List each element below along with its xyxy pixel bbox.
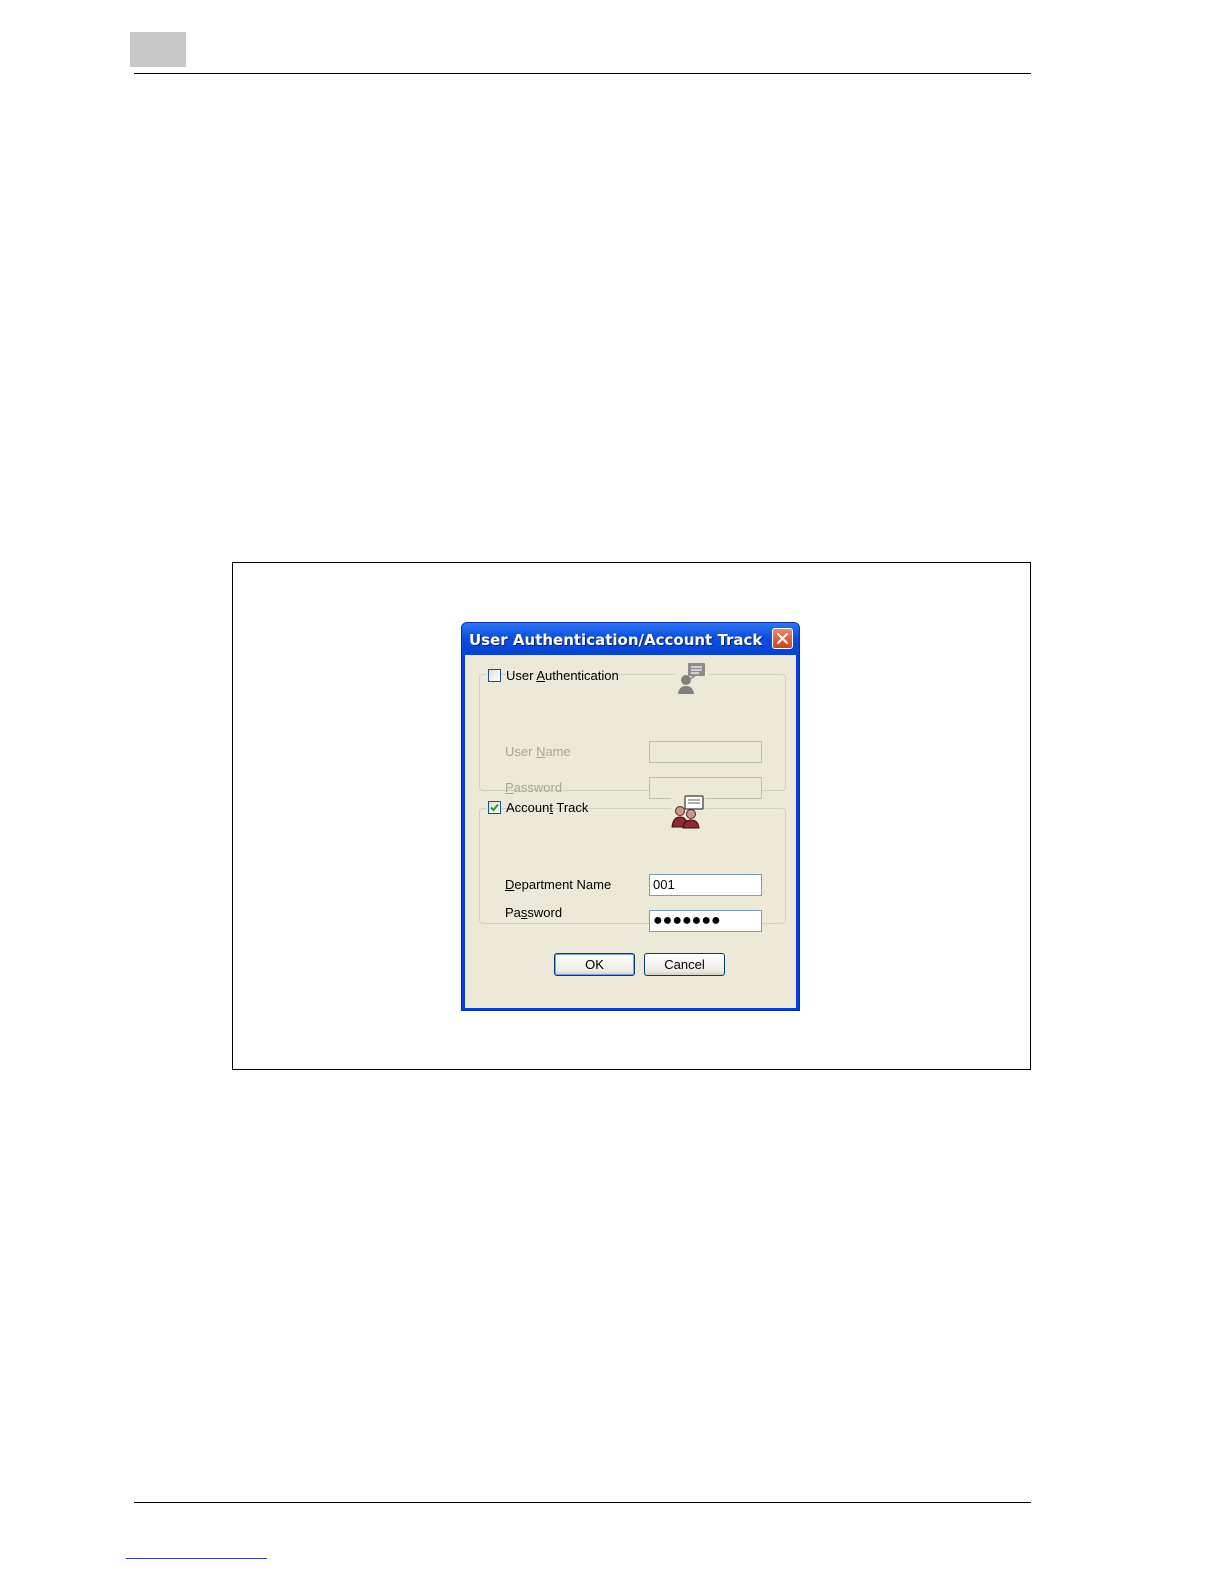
user-authentication-label: User Authentication [506, 668, 619, 683]
dialog-title: User Authentication/Account Track [469, 631, 763, 649]
auth-dialog: User Authentication/Account Track User A… [461, 622, 800, 1011]
checkmark-icon [490, 803, 499, 812]
close-icon [777, 633, 788, 644]
ok-button[interactable]: OK [554, 953, 635, 976]
chapter-tab [130, 32, 186, 67]
footer-link-line [126, 1558, 267, 1559]
user-name-label: User Name [505, 744, 571, 759]
department-name-label: Department Name [505, 877, 612, 892]
department-name-input[interactable]: 001 [649, 874, 762, 896]
user-authentication-group [479, 674, 786, 791]
user-name-input[interactable] [649, 741, 762, 763]
user-password-input[interactable] [649, 777, 762, 799]
account-password-label: Password [505, 905, 563, 920]
password-mask: ●●●●●●● [653, 912, 721, 929]
dialog-body: User Authentication User Name Password A… [465, 655, 796, 1008]
account-track-checkbox[interactable] [488, 801, 501, 814]
close-button[interactable] [772, 628, 793, 649]
header-rule [134, 73, 1031, 74]
user-authentication-toggle[interactable]: User Authentication [486, 668, 619, 685]
footer-rule [134, 1502, 1031, 1503]
account-track-label: Account Track [506, 800, 589, 815]
cancel-button[interactable]: Cancel [644, 953, 725, 976]
user-authentication-checkbox[interactable] [488, 669, 501, 682]
account-track-toggle[interactable]: Account Track [486, 800, 588, 817]
account-password-input[interactable]: ●●●●●●● [649, 910, 762, 932]
user-password-label: Password [505, 780, 563, 795]
dialog-titlebar[interactable]: User Authentication/Account Track [462, 623, 799, 655]
group-speech-icon [671, 795, 705, 829]
user-speech-icon [675, 661, 709, 695]
